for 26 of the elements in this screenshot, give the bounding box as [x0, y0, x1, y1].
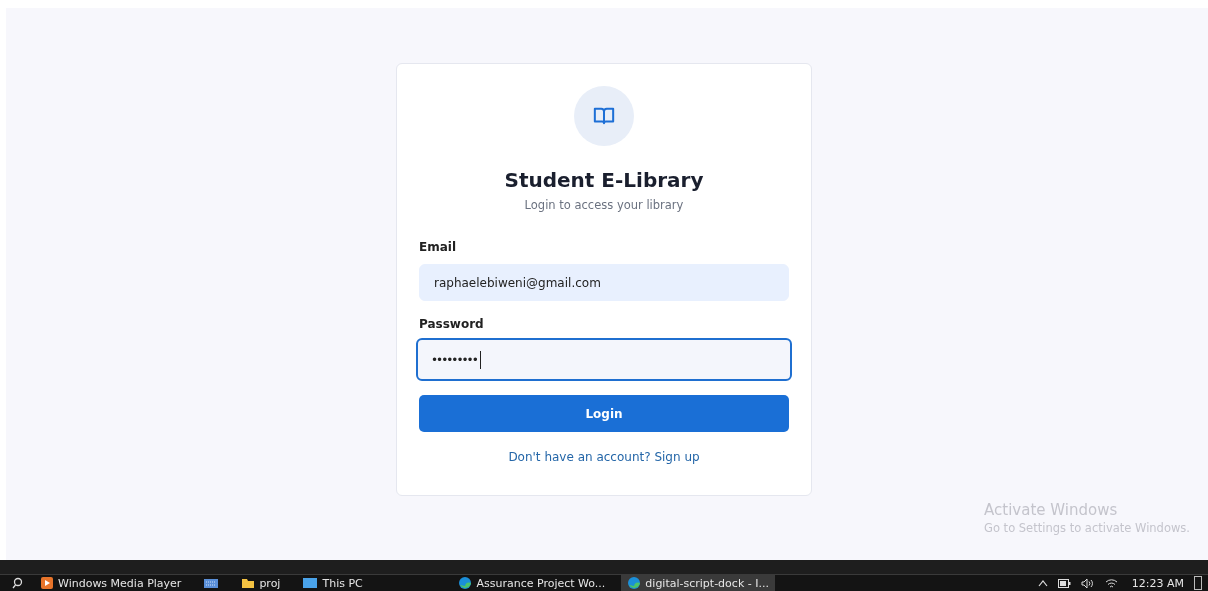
taskbar-app[interactable]: Assurance Project Wo...	[452, 575, 612, 591]
app-title: Student E-Library	[504, 168, 704, 192]
browser-icon	[627, 576, 642, 590]
field-label: Email	[419, 240, 458, 254]
keyboard-icon	[203, 577, 220, 589]
show-desktop-button[interactable]	[1194, 576, 1202, 590]
caret-up-icon[interactable]	[1037, 579, 1048, 587]
browser-icon	[458, 576, 473, 590]
taskbar-app[interactable]: proj	[235, 575, 287, 591]
clock[interactable]: 12:23 AM	[1131, 576, 1184, 590]
input-field[interactable]: raphaelebiweni@gmail.com	[419, 264, 789, 301]
field-label: Password	[419, 317, 485, 331]
battery-icon[interactable]	[1057, 578, 1071, 588]
taskbar-app[interactable]: digital-script-dock - I...	[621, 575, 775, 591]
subtitle: Login to access your library	[524, 198, 684, 212]
wifi-icon[interactable]	[1104, 577, 1118, 589]
folder-icon	[241, 577, 256, 589]
taskbar-app[interactable]: This PC	[296, 575, 443, 591]
player-icon	[40, 576, 54, 590]
search-icon[interactable]	[12, 577, 24, 589]
signup-link[interactable]: Don't have an account? Sign up	[508, 450, 700, 464]
input-field[interactable]: •••••••••	[416, 338, 792, 381]
monitor-icon	[302, 576, 319, 590]
speaker-icon[interactable]	[1080, 577, 1095, 589]
login-button[interactable]: Login	[419, 395, 789, 432]
taskbar-app[interactable]: Windows Media Player	[34, 575, 188, 591]
